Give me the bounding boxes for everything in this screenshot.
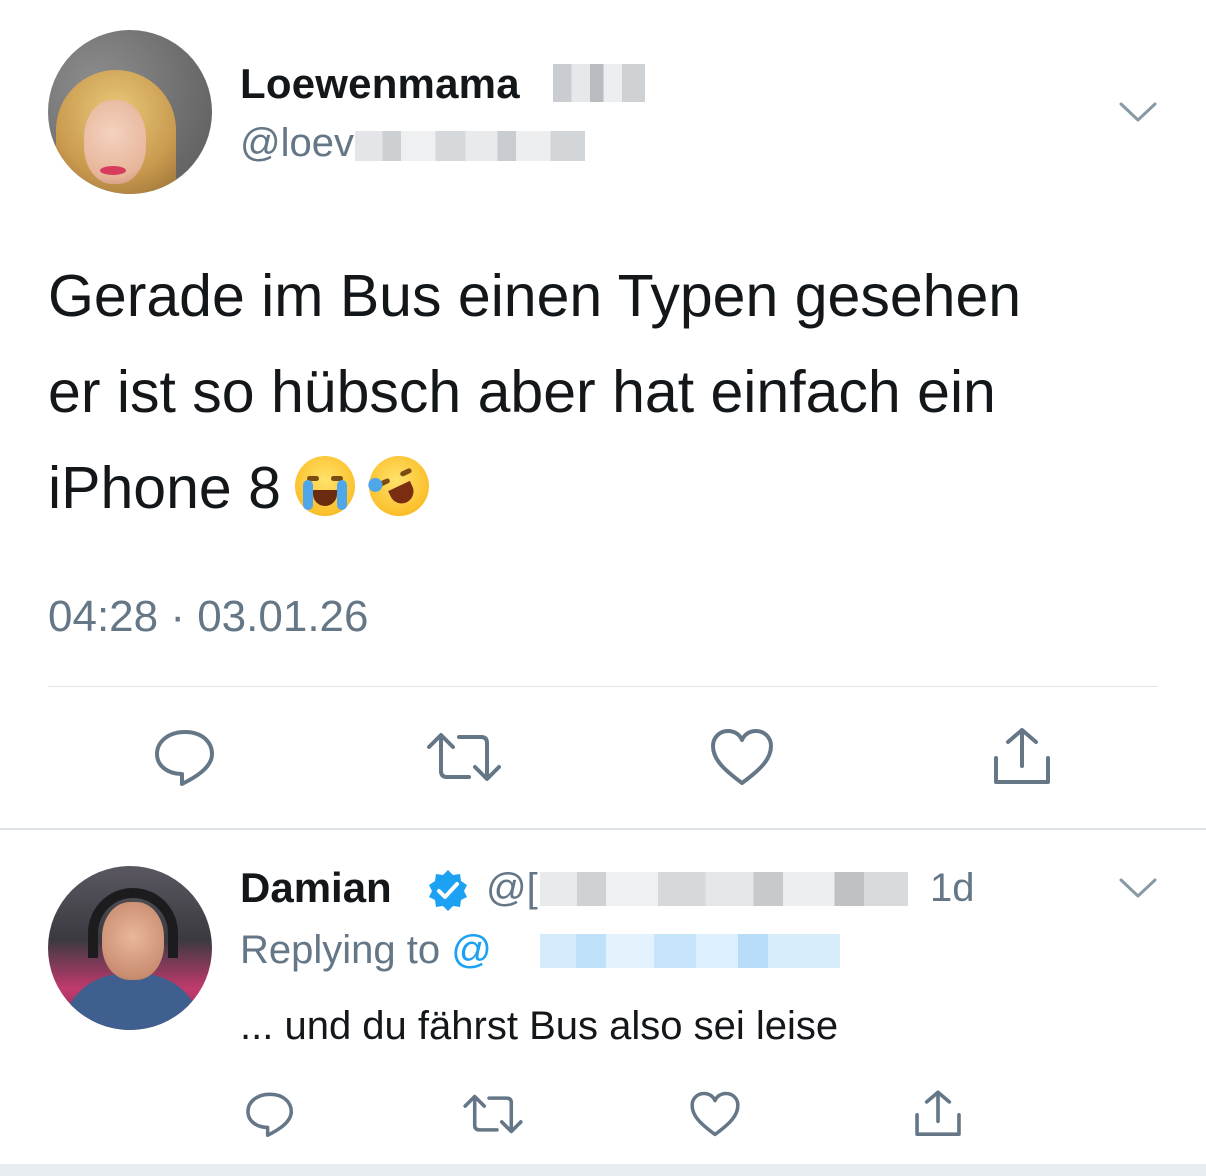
tweet-line-text: iPhone 8 xyxy=(48,455,281,521)
reply-time[interactable]: 1d xyxy=(930,866,975,911)
divider xyxy=(48,686,1158,687)
reply-action-bar xyxy=(0,1084,1206,1144)
replying-to-mention[interactable]: @ xyxy=(451,928,492,972)
tweet-action-bar xyxy=(0,722,1206,792)
like-icon xyxy=(690,1091,740,1137)
retweet-button[interactable] xyxy=(424,722,504,792)
redacted-mention-block xyxy=(540,934,840,968)
like-icon xyxy=(711,729,773,785)
rolling-on-floor-laughing-icon xyxy=(359,446,439,526)
reply-button[interactable] xyxy=(150,722,220,792)
tweet-line: er ist so hübsch aber hat einfach ein xyxy=(48,359,996,425)
like-button[interactable] xyxy=(706,722,778,792)
tweet-line-last: iPhone 8 xyxy=(48,440,1158,536)
loudly-crying-face-icon xyxy=(294,456,355,516)
redacted-handle-block xyxy=(540,872,908,906)
avatar[interactable] xyxy=(48,30,212,194)
replying-to-label: Replying to xyxy=(240,928,441,972)
chevron-down-icon[interactable] xyxy=(1118,100,1158,124)
verified-badge-icon xyxy=(429,870,467,911)
tweet-line: Gerade im Bus einen Typen gesehen xyxy=(48,263,1022,329)
thread-divider xyxy=(0,828,1206,830)
share-icon xyxy=(994,728,1050,784)
share-icon xyxy=(915,1090,961,1136)
avatar[interactable] xyxy=(48,866,212,1030)
reply-button[interactable] xyxy=(240,1084,300,1144)
tweet-body: Gerade im Bus einen Typen gesehen er ist… xyxy=(48,248,1158,536)
tweet-thread-screen: Loewenmama @loev Gerade im Bus einen Typ… xyxy=(0,0,1206,1176)
chevron-down-icon[interactable] xyxy=(1118,876,1158,900)
tweet-timestamp[interactable]: 04:28 · 03.01.26 xyxy=(48,592,368,642)
author-handle[interactable]: @loev xyxy=(240,121,354,166)
reply-body: ... und du fährst Bus also sei leise xyxy=(240,1004,839,1048)
redacted-name-block xyxy=(553,64,645,102)
redacted-handle-block xyxy=(355,131,585,161)
reply-author-display-name[interactable]: Damian xyxy=(240,864,392,912)
share-button[interactable] xyxy=(908,1084,968,1144)
reply-icon xyxy=(246,1092,294,1138)
like-button[interactable] xyxy=(686,1084,744,1144)
author-display-name[interactable]: Loewenmama xyxy=(240,60,520,108)
retweet-icon xyxy=(463,1094,523,1134)
share-button[interactable] xyxy=(986,722,1058,792)
retweet-button[interactable] xyxy=(460,1084,526,1144)
reply-icon xyxy=(155,730,214,786)
bottom-separator xyxy=(0,1164,1206,1176)
retweet-icon xyxy=(427,733,501,781)
replying-to-line: Replying to @ xyxy=(240,928,492,973)
main-tweet[interactable]: Loewenmama @loev Gerade im Bus einen Typ… xyxy=(0,0,1206,828)
reply-author-handle[interactable]: @[ xyxy=(486,866,538,911)
